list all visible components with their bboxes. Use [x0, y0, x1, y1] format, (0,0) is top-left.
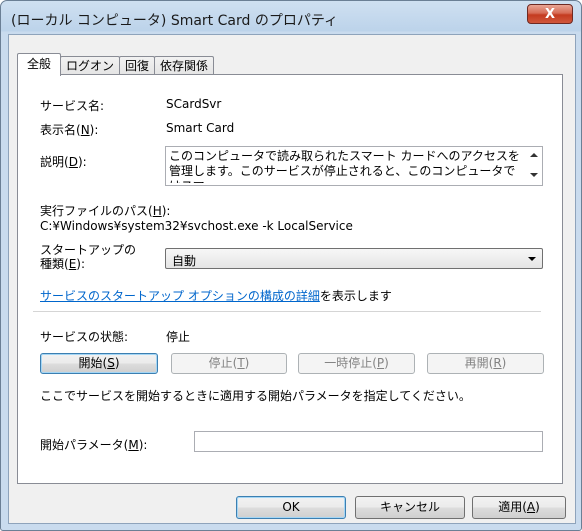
stop-button[interactable]: 停止(T): [171, 353, 287, 374]
startup-type-label: スタートアップの 種類(E):: [40, 243, 137, 271]
startup-type-value: 自動: [172, 254, 197, 268]
description-scrollbar[interactable]: [525, 147, 542, 185]
exe-path-value: C:¥Windows¥system32¥svchost.exe -k Local…: [40, 219, 353, 233]
chevron-down-icon: [528, 257, 536, 261]
startup-help-line: サービスのスタートアップ オプションの構成の詳細を表示します: [40, 289, 392, 303]
startup-options-link[interactable]: サービスのスタートアップ オプションの構成の詳細: [40, 289, 320, 303]
service-status-label: サービスの状態:: [40, 330, 129, 344]
tab-logon[interactable]: ログオン: [60, 56, 121, 76]
tab-recovery[interactable]: 回復: [119, 56, 156, 76]
scroll-down-icon[interactable]: [530, 173, 538, 177]
scroll-up-icon[interactable]: [530, 153, 538, 157]
ok-button[interactable]: OK: [236, 496, 346, 519]
start-button[interactable]: 開始(S): [40, 353, 158, 374]
tab-dependencies[interactable]: 依存関係: [154, 56, 215, 76]
pause-button[interactable]: 一時停止(P): [298, 353, 415, 374]
description-textbox[interactable]: このコンピュータで読み取られたスマート カードへのアクセスを管理します。このサー…: [165, 146, 543, 186]
exe-path-label: 実行ファイルのパス(H):: [40, 204, 171, 218]
description-text: このコンピュータで読み取られたスマート カードへのアクセスを管理します。このサー…: [169, 149, 520, 183]
service-name-value: SCardSvr: [166, 97, 222, 111]
service-status-value: 停止: [166, 330, 191, 344]
display-name-label: 表示名(N):: [40, 123, 99, 137]
tab-general[interactable]: 全般: [17, 53, 62, 76]
startup-type-select[interactable]: 自動: [165, 248, 543, 269]
display-name-value: Smart Card: [166, 121, 235, 135]
description-label: 説明(D):: [40, 155, 87, 169]
apply-button[interactable]: 適用(A): [472, 496, 566, 519]
window-title: (ローカル コンピュータ) Smart Card のプロパティ: [11, 13, 338, 29]
close-icon: X: [544, 6, 556, 22]
start-parameters-hint: ここでサービスを開始するときに適用する開始パラメータを指定してください。: [40, 389, 471, 403]
resume-button[interactable]: 再開(R): [427, 353, 544, 374]
service-name-label: サービス名:: [40, 99, 105, 113]
title-bar[interactable]: (ローカル コンピュータ) Smart Card のプロパティ X: [1, 1, 581, 37]
divider: [33, 311, 541, 312]
start-parameters-label: 開始パラメータ(M):: [40, 438, 148, 452]
close-button[interactable]: X: [527, 4, 573, 24]
general-tab-panel: [17, 74, 563, 484]
tab-strip: 全般 ログオン 回復 依存関係: [17, 53, 215, 76]
cancel-button[interactable]: キャンセル: [355, 496, 465, 519]
start-parameters-input[interactable]: [194, 431, 543, 452]
